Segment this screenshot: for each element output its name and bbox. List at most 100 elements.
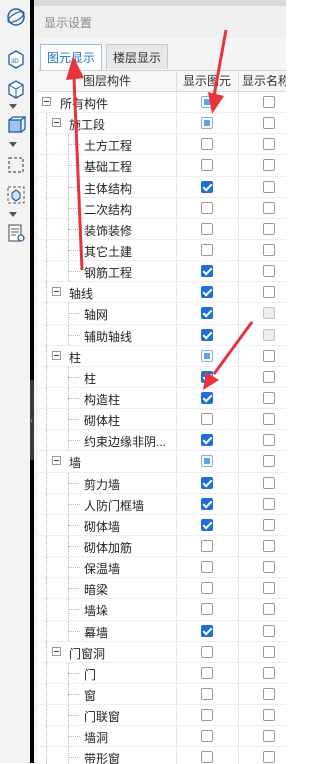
show-element-checkbox[interactable] [201,730,213,743]
show-element-checkbox[interactable] [201,138,213,151]
show-name-checkbox[interactable] [263,687,275,700]
show-element-checkbox[interactable] [201,582,213,595]
show-element-checkbox[interactable] [201,201,213,214]
3d-view-icon[interactable]: 3D [5,48,27,70]
tree-row[interactable]: 保温墙 [38,557,286,579]
show-element-checkbox[interactable] [201,603,213,616]
show-element-checkbox[interactable] [201,307,213,320]
show-name-checkbox[interactable] [263,624,275,637]
show-element-checkbox[interactable] [201,645,213,658]
show-name-checkbox[interactable] [263,349,275,362]
show-name-checkbox[interactable] [263,413,275,426]
collapse-toggle-icon[interactable] [52,287,61,297]
tree-row[interactable]: 墙洞 [38,726,286,748]
tree-row[interactable]: 土方工程 [38,134,286,156]
show-name-checkbox[interactable] [263,476,275,489]
show-name-checkbox[interactable] [263,265,275,278]
show-name-checkbox[interactable] [263,518,275,531]
tree-row[interactable]: 幕墙 [38,620,286,642]
show-name-checkbox[interactable] [263,201,275,214]
show-element-checkbox[interactable] [201,349,213,362]
tree-row[interactable]: 约束边缘非阴... [38,430,286,452]
tree-row[interactable]: 柱 [38,366,286,388]
tree-row[interactable]: 其它土建 [38,239,286,262]
show-name-checkbox[interactable] [263,243,275,256]
show-element-checkbox[interactable] [201,687,213,700]
tree-row[interactable]: 剪力墙 [38,472,286,494]
tab-floor-display[interactable]: 楼层显示 [106,44,168,69]
show-element-checkbox[interactable] [201,666,213,679]
show-name-checkbox[interactable] [263,497,275,510]
show-name-checkbox[interactable] [263,455,275,468]
chevron-down-icon[interactable] [9,142,17,147]
select-region-icon[interactable] [5,154,27,176]
show-name-checkbox[interactable] [263,539,275,552]
show-element-checkbox[interactable] [201,328,213,341]
tree-row[interactable]: 门 [38,662,286,684]
column-header-show-element[interactable]: 显示图元 [176,71,239,91]
tree-row[interactable]: 基础工程 [38,155,286,177]
tree-row[interactable]: 钢筋工程 [38,261,286,283]
tree-row[interactable]: 所有构件 [38,92,286,114]
box-view-icon[interactable] [5,78,27,100]
list-view-icon[interactable] [5,222,27,244]
tree-row[interactable]: 暗梁 [38,578,286,600]
show-name-checkbox[interactable] [263,286,275,299]
chevron-down-icon[interactable] [9,104,17,109]
show-element-checkbox[interactable] [201,370,213,383]
tree-row[interactable]: 装饰装修 [38,218,286,240]
show-name-checkbox[interactable] [263,666,275,679]
show-name-checkbox[interactable] [263,603,275,616]
component-select-icon[interactable] [5,184,27,206]
show-element-checkbox[interactable] [201,413,213,426]
show-name-checkbox[interactable] [263,328,275,341]
show-element-checkbox[interactable] [201,539,213,552]
collapse-toggle-icon[interactable] [42,97,51,106]
show-name-checkbox[interactable] [263,222,275,235]
collapse-toggle-icon[interactable] [52,646,61,656]
show-name-checkbox[interactable] [263,370,275,383]
show-element-checkbox[interactable] [201,286,213,299]
tree-row[interactable]: 辅助轴线 [38,324,286,346]
show-element-checkbox[interactable] [201,476,213,489]
show-name-checkbox[interactable] [263,645,275,658]
column-header-show-name[interactable]: 显示名称 [238,71,286,91]
tree-row[interactable]: 轴网 [38,303,286,325]
show-name-checkbox[interactable] [263,434,275,447]
show-element-checkbox[interactable] [201,391,213,404]
show-name-checkbox[interactable] [263,709,275,722]
orbit-icon[interactable] [5,6,27,28]
tree-row[interactable]: 砌体墙 [38,514,286,536]
show-name-checkbox[interactable] [263,582,275,595]
show-name-checkbox[interactable] [263,561,275,574]
show-element-checkbox[interactable] [201,117,213,130]
show-name-checkbox[interactable] [263,751,275,764]
show-element-checkbox[interactable] [201,751,213,764]
show-name-checkbox[interactable] [263,138,275,151]
show-element-checkbox[interactable] [201,243,213,256]
show-element-checkbox[interactable] [201,455,213,468]
show-element-checkbox[interactable] [201,434,213,447]
show-element-checkbox[interactable] [201,709,213,722]
collapse-toggle-icon[interactable] [52,456,61,466]
tree-row[interactable]: 构造柱 [38,387,286,410]
tree-row[interactable]: 二次结构 [38,197,286,219]
tree-row[interactable]: 墙 [38,451,286,473]
show-element-checkbox[interactable] [201,265,213,278]
tree-row[interactable]: 砌体柱 [38,409,286,431]
collapse-toggle-icon[interactable] [52,118,61,128]
show-element-checkbox[interactable] [201,222,213,235]
show-element-checkbox[interactable] [201,497,213,510]
show-element-checkbox[interactable] [201,96,213,108]
tree-row[interactable]: 门联窗 [38,705,286,727]
cube-view-icon[interactable] [5,114,27,136]
show-name-checkbox[interactable] [263,159,275,172]
tab-element-display[interactable]: 图元显示 [40,44,102,70]
tree-row[interactable]: 轴线 [38,282,286,304]
show-name-checkbox[interactable] [263,730,275,743]
show-element-checkbox[interactable] [201,624,213,637]
show-element-checkbox[interactable] [201,518,213,531]
show-element-checkbox[interactable] [201,159,213,172]
show-element-checkbox[interactable] [201,180,213,193]
tree-row[interactable]: 墙垛 [38,599,286,621]
